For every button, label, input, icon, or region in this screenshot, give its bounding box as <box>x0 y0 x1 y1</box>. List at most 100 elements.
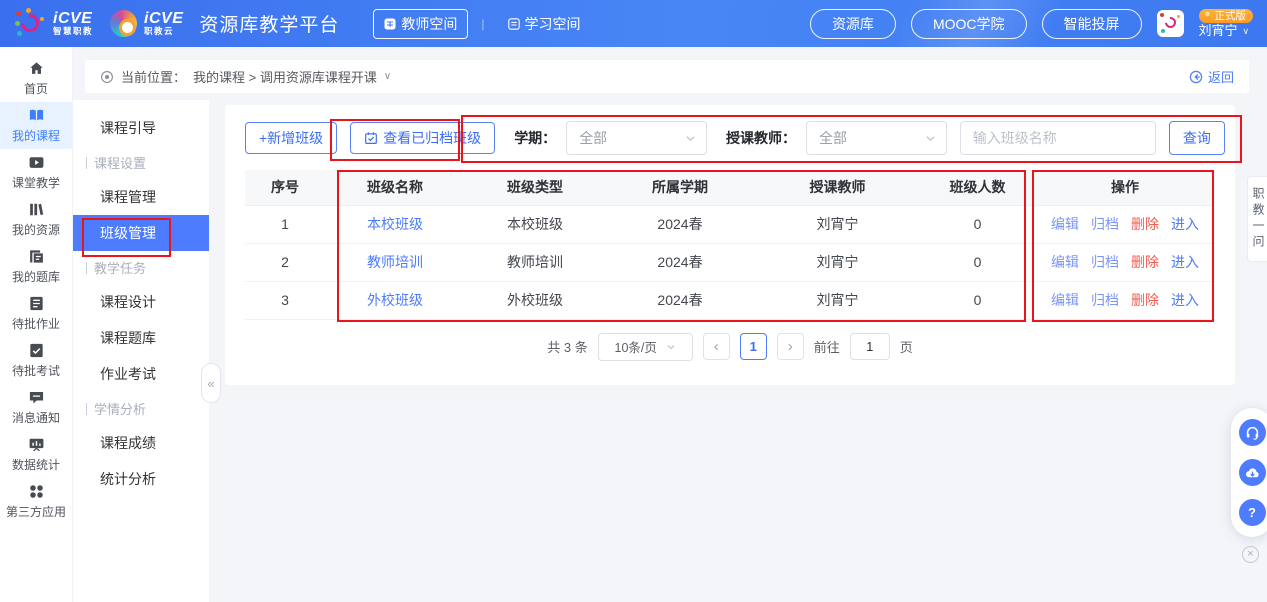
semester-select[interactable]: 全部 <box>566 121 707 155</box>
tab-learning-space[interactable]: 学习空间 <box>498 10 591 38</box>
teacher-select[interactable]: 全部 <box>806 121 947 155</box>
delete-action[interactable]: 删除 <box>1131 292 1159 308</box>
tab-learning-space-label: 学习空间 <box>525 14 581 34</box>
submenu-item-course-guide[interactable]: 课程引导 <box>73 110 209 146</box>
rail-item-data-statistics[interactable]: 数据统计 <box>0 431 72 478</box>
table-row: 1 本校班级 本校班级 2024春 刘宵宁 0 编辑归档删除进入 <box>245 205 1215 243</box>
breadcrumb-prefix: 当前位置： <box>121 67 186 86</box>
rail-item-pending-exams[interactable]: 待批考试 <box>0 337 72 384</box>
rail-item-third-party-apps[interactable]: 第三方应用 <box>0 478 72 525</box>
edition-badge: 正式版 <box>1199 9 1254 23</box>
cell-class-type: 本校班级 <box>465 205 605 243</box>
search-button[interactable]: 查询 <box>1169 121 1225 155</box>
cell-teacher: 刘宵宁 <box>755 205 920 243</box>
user-menu[interactable]: 正式版 刘宵宁 ∨ <box>1199 9 1254 39</box>
cloud-download-icon <box>1245 465 1260 480</box>
rail-item-label: 待批考试 <box>12 362 60 379</box>
enter-action[interactable]: 进入 <box>1171 254 1199 270</box>
view-archived-classes-label: 查看已归档班级 <box>383 128 481 148</box>
rail-item-label: 待批作业 <box>12 315 60 332</box>
section-bar <box>86 157 87 169</box>
rail-item-my-question-bank[interactable]: 我的题库 <box>0 243 72 290</box>
view-archived-classes-button[interactable]: 查看已归档班级 <box>350 122 495 154</box>
close-float-menu-button[interactable]: × <box>1242 546 1259 563</box>
tab-teacher-space[interactable]: 教师空间 <box>373 9 468 39</box>
teacher-space-icon <box>384 18 396 30</box>
resource-library-button[interactable]: 资源库 <box>810 9 896 39</box>
breadcrumb-caret-icon[interactable]: ∨ <box>384 71 391 82</box>
rail-item-my-courses[interactable]: 我的课程 <box>0 102 72 149</box>
mooc-academy-button[interactable]: MOOC学院 <box>911 9 1027 39</box>
breadcrumb-path[interactable]: 我的课程 > 调用资源库课程开课 <box>193 67 377 86</box>
enter-action[interactable]: 进入 <box>1171 292 1199 308</box>
submenu-item-course-grades[interactable]: 课程成绩 <box>73 425 209 461</box>
next-page-button[interactable]: › <box>777 333 804 360</box>
page-size-select[interactable]: 10条/页 <box>598 333 693 361</box>
submenu-item-course-design[interactable]: 课程设计 <box>73 284 209 320</box>
class-name-link[interactable]: 本校班级 <box>367 216 423 232</box>
app-root: iCVE 智慧职教 iCVE 职教云 资源库教学平台 教师空间 | 学习空间 资… <box>0 0 1267 602</box>
submenu-item-homework-exams[interactable]: 作业考试 <box>73 356 209 392</box>
goto-page-input[interactable] <box>850 333 890 360</box>
platform-title: 资源库教学平台 <box>199 10 339 37</box>
question-bank-icon <box>28 248 45 265</box>
archive-action[interactable]: 归档 <box>1091 254 1119 270</box>
icve-zhijiaoyun-logo-icon <box>110 10 137 37</box>
edit-action[interactable]: 编辑 <box>1051 216 1079 232</box>
archive-action[interactable]: 归档 <box>1091 216 1119 232</box>
current-page-button[interactable]: 1 <box>740 333 767 360</box>
class-name-link[interactable]: 外校班级 <box>367 292 423 308</box>
icon-rail: 首页 我的课程 课堂教学 我的资源 我的题库 待批作业 待批考试 消息通知 <box>0 47 73 602</box>
semester-select-value: 全部 <box>579 128 607 148</box>
col-class-type: 班级类型 <box>465 170 605 205</box>
rail-item-my-resources[interactable]: 我的资源 <box>0 196 72 243</box>
col-index: 序号 <box>245 170 325 205</box>
brand1-text: iCVE 智慧职教 <box>53 11 93 37</box>
cell-semester: 2024春 <box>605 281 755 319</box>
submenu-item-class-management[interactable]: 班级管理 <box>73 215 209 251</box>
customer-service-button[interactable] <box>1239 419 1266 446</box>
brand2-sub: 职教云 <box>144 27 183 36</box>
submenu-item-course-management[interactable]: 课程管理 <box>73 179 209 215</box>
enter-action[interactable]: 进入 <box>1171 216 1199 232</box>
edit-action[interactable]: 编辑 <box>1051 292 1079 308</box>
chevron-down-icon <box>685 133 696 144</box>
section-bar <box>86 403 87 415</box>
brand-area[interactable]: iCVE 智慧职教 iCVE 职教云 资源库教学平台 <box>14 8 339 40</box>
brand2-text: iCVE 职教云 <box>144 11 183 37</box>
submenu-section-course-settings: 课程设置 <box>73 146 209 179</box>
user-caret-icon: ∨ <box>1243 26 1250 36</box>
col-teacher: 授课教师 <box>755 170 920 205</box>
rail-item-home[interactable]: 首页 <box>0 55 72 102</box>
class-name-search-input[interactable] <box>960 121 1156 155</box>
zhijiao-yiwen-tab[interactable]: 职教一问 <box>1247 176 1267 262</box>
help-button[interactable]: ? <box>1239 499 1266 526</box>
library-books-icon <box>28 201 45 218</box>
prev-page-button[interactable]: ‹ <box>703 333 730 360</box>
icve-zhihui-logo-icon <box>14 8 46 40</box>
download-button[interactable] <box>1239 459 1266 486</box>
chevron-down-icon <box>925 133 936 144</box>
homework-doc-icon <box>28 295 45 312</box>
brand1-sub: 智慧职教 <box>53 27 93 36</box>
class-name-link[interactable]: 教师培训 <box>367 254 423 270</box>
learning-space-icon <box>508 18 520 30</box>
back-button[interactable]: 返回 <box>1189 67 1234 86</box>
rail-item-messages[interactable]: 消息通知 <box>0 384 72 431</box>
add-class-button[interactable]: +新增班级 <box>245 122 337 154</box>
edit-action[interactable]: 编辑 <box>1051 254 1079 270</box>
submenu-collapse-handle[interactable]: « <box>201 363 221 403</box>
smart-screen-button[interactable]: 智能投屏 <box>1042 9 1142 39</box>
rail-item-classroom-teaching[interactable]: 课堂教学 <box>0 149 72 196</box>
rail-item-pending-homework[interactable]: 待批作业 <box>0 290 72 337</box>
avatar[interactable] <box>1157 10 1184 37</box>
delete-action[interactable]: 删除 <box>1131 216 1159 232</box>
book-icon <box>28 107 45 124</box>
submenu-item-statistical-analysis[interactable]: 统计分析 <box>73 461 209 497</box>
submenu-item-course-question-bank[interactable]: 课程题库 <box>73 320 209 356</box>
archive-action[interactable]: 归档 <box>1091 292 1119 308</box>
submenu-section-learning-analysis: 学情分析 <box>73 392 209 425</box>
submenu-section-teaching-tasks: 教学任务 <box>73 251 209 284</box>
stats-board-icon <box>28 436 45 453</box>
delete-action[interactable]: 删除 <box>1131 254 1159 270</box>
